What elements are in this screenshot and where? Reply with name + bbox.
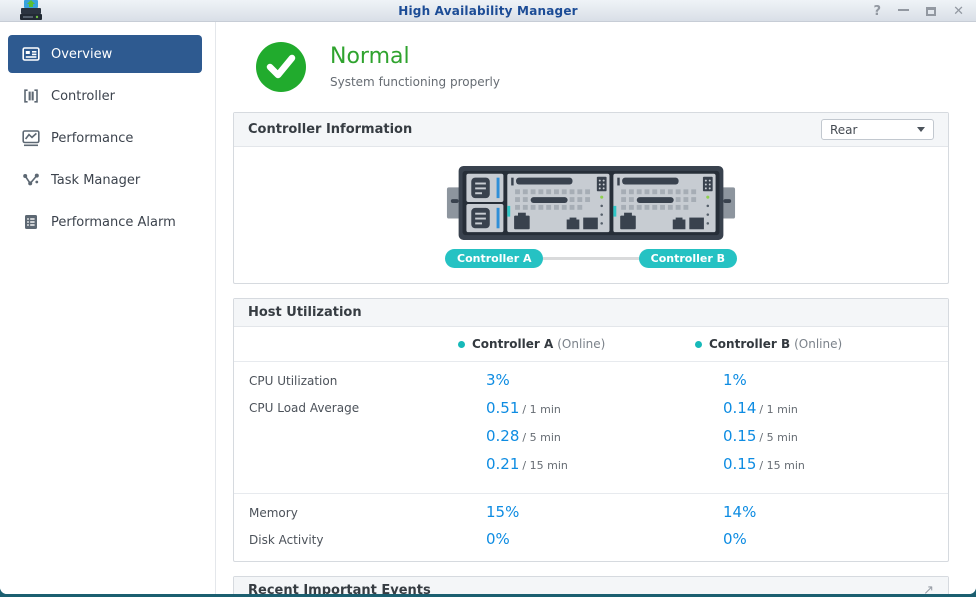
table-row-disk-activity: Disk Activity 0% 0% (234, 521, 948, 548)
controller-information-panel: Controller Information Rear Controller A… (233, 112, 949, 284)
status-subtitle: System functioning properly (330, 74, 500, 89)
load-5min-b: 0.15/ 5 min (723, 427, 798, 445)
online-status-dot (695, 340, 702, 348)
panel-title: Host Utilization (248, 305, 362, 320)
sidebar-item-overview[interactable]: Overview (8, 35, 202, 73)
controller-b-badge: Controller B (638, 248, 737, 268)
view-selector-value: Rear (830, 122, 858, 137)
load-15min-b: 0.15/ 15 min (723, 455, 805, 473)
sidebar-item-label: Controller (51, 88, 115, 104)
overview-card-icon (22, 47, 40, 61)
table-row-cpu-load-average: CPU Load Average 0.51/ 1 min 0.28/ 5 min… (234, 389, 948, 482)
window-controls: ? ✕ (874, 0, 964, 22)
titlebar: High Availability Manager ? ✕ (0, 0, 976, 22)
performance-chart-icon (22, 130, 40, 147)
window-title: High Availability Manager (398, 3, 578, 18)
load-1min-b: 0.14/ 1 min (723, 399, 798, 417)
controller-a-badge: Controller A (445, 248, 544, 268)
recent-events-header: Recent Important Events ↗ (234, 577, 948, 594)
table-row-cpu-utilization: CPU Utilization 3% 1% (234, 362, 948, 389)
controller-illustration-area: Controller A Controller B (234, 147, 948, 283)
controller-a-column-header: Controller A (Online) (458, 337, 723, 351)
disk-value-b: 0% (723, 530, 747, 548)
host-utilization-header: Host Utilization (234, 299, 948, 327)
system-status: Normal System functioning properly (256, 38, 976, 96)
main-content: Normal System functioning properly Contr… (217, 22, 976, 594)
online-status-dot (458, 340, 465, 348)
sidebar-item-label: Overview (51, 46, 113, 62)
app-window: High Availability Manager ? ✕ Overview C… (0, 0, 976, 594)
task-manager-icon (23, 173, 39, 186)
load-1min-a: 0.51/ 1 min (486, 399, 561, 417)
sidebar: Overview Controller Performance Task Man… (0, 22, 216, 594)
view-selector-dropdown[interactable]: Rear (821, 119, 934, 140)
table-row-memory: Memory 15% 14% (234, 494, 948, 521)
close-icon[interactable]: ✕ (953, 5, 964, 18)
panel-title: Controller Information (248, 122, 413, 137)
sidebar-item-label: Performance Alarm (51, 214, 176, 230)
chevron-down-icon (917, 127, 925, 132)
sidebar-item-controller[interactable]: Controller (8, 77, 202, 115)
disk-value-a: 0% (486, 530, 510, 548)
table-column-headers: Controller A (Online) Controller B (Onli… (234, 327, 948, 362)
performance-alarm-icon (25, 215, 37, 229)
memory-value-b: 14% (723, 503, 757, 521)
recent-events-panel: Recent Important Events ↗ (233, 576, 949, 594)
sidebar-item-performance-alarm[interactable]: Performance Alarm (8, 203, 202, 241)
sidebar-item-performance[interactable]: Performance (8, 119, 202, 157)
panel-title: Recent Important Events (248, 583, 431, 594)
sidebar-item-label: Performance (51, 130, 134, 146)
controller-information-header: Controller Information Rear (234, 113, 948, 147)
open-in-new-icon[interactable]: ↗ (923, 583, 934, 594)
cpu-value-b: 1% (723, 371, 747, 389)
status-title: Normal (330, 44, 410, 70)
minimize-icon[interactable] (898, 8, 910, 11)
memory-value-a: 15% (486, 503, 520, 521)
load-15min-a: 0.21/ 15 min (486, 455, 568, 473)
green-check-icon (256, 42, 306, 92)
help-icon[interactable]: ? (874, 5, 882, 18)
load-5min-a: 0.28/ 5 min (486, 427, 561, 445)
cpu-value-a: 3% (486, 371, 510, 389)
controller-icon (24, 89, 38, 103)
maximize-icon[interactable] (926, 6, 937, 16)
sidebar-item-task-manager[interactable]: Task Manager (8, 161, 202, 199)
sidebar-item-label: Task Manager (51, 172, 141, 188)
controller-badges: Controller A Controller B (445, 248, 737, 269)
dual-controller-rear-view (446, 165, 736, 240)
controller-b-column-header: Controller B (Online) (695, 337, 948, 351)
host-utilization-panel: Host Utilization Controller A (Online) C… (233, 298, 949, 562)
